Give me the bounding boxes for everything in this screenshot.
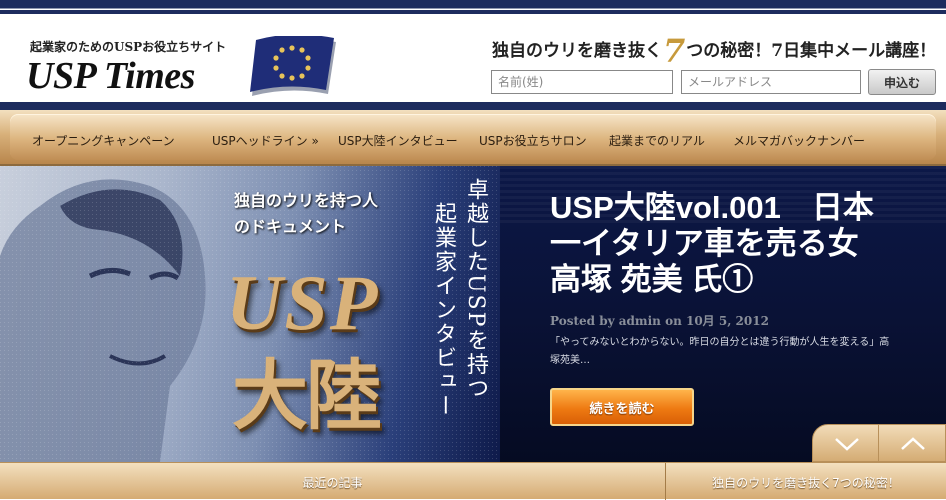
doc-label-line-2: のドキュメント [234, 217, 347, 236]
nav-item-usp-salon[interactable]: USPお役立ちサロン [479, 132, 587, 149]
slider-up-button[interactable] [878, 424, 946, 462]
main-nav: オープニングキャンペーン USPヘッドライン » USP大陸インタビュー USP… [0, 110, 946, 166]
promo-headline: 独自のウリを磨き抜く7つの秘密！7日集中メール講座！ [492, 32, 936, 70]
bottom-bar: 最近の記事 独自のウリを磨き抜く7つの秘密！ [0, 462, 946, 500]
nav-item-newsletter-backnumber[interactable]: メルマガバックナンバー [733, 132, 865, 149]
flag-logo-icon [250, 36, 336, 96]
nav-item-usp-interview[interactable]: USP大陸インタビュー [338, 132, 458, 149]
top-stripe [0, 0, 946, 14]
vertical-heading-1: 卓越したUSPを持つ [463, 178, 488, 401]
slider-down-button[interactable] [812, 424, 880, 462]
post-meta: Posted by admin on 10月 5, 2012 [550, 314, 769, 328]
promo-text-after: つの秘密！7日集中メール講座！ [686, 41, 937, 61]
hero-slider: 独自のウリを持つ人 のドキュメント USP 大陸 卓越したUSPを持つ 起業家イ… [0, 166, 946, 462]
header-rule [0, 102, 946, 110]
site-tagline: 起業家のためのUSPお役立ちサイト [30, 40, 227, 54]
read-more-button[interactable]: 続きを読む [550, 388, 694, 426]
promo-number: 7 [663, 32, 686, 70]
doc-label-line-1: 独自のウリを持つ人 [234, 191, 379, 210]
post-excerpt: 「やってみないとわからない。昨日の自分とは違う行動が人生を変える」高塚苑美… [550, 337, 890, 366]
hero-image[interactable]: 独自のウリを持つ人 のドキュメント USP 大陸 卓越したUSPを持つ 起業家イ… [0, 166, 500, 462]
site-logo[interactable]: USP Times [26, 54, 195, 98]
nav-item-usp-headline[interactable]: USPヘッドライン » [212, 132, 319, 149]
nav-item-real-startup[interactable]: 起業までのリアル [609, 132, 705, 149]
subscribe-button[interactable]: 申込む [868, 69, 936, 95]
post-title[interactable]: USP大陸vol.001 日本一イタリア車を売る女 高塚 苑美 氏① [550, 190, 900, 298]
chevron-up-icon [901, 437, 925, 450]
nav-item-opening-campaign[interactable]: オープニングキャンペーン [32, 132, 175, 149]
doc-label: 独自のウリを持つ人 のドキュメント [234, 188, 434, 240]
promo-text-before: 独自のウリを磨き抜く [492, 41, 662, 61]
tairiku-title: 大陸 [232, 351, 382, 440]
email-input[interactable] [681, 70, 861, 94]
name-input[interactable] [491, 70, 673, 94]
chevron-down-icon [835, 438, 859, 451]
seven-secrets-label: 独自のウリを磨き抜く7つの秘密！ [712, 476, 900, 490]
vertical-heading-2: 起業家インタビュー [431, 202, 456, 418]
recent-posts-label: 最近の記事 [302, 476, 363, 490]
recent-posts-tab[interactable]: 最近の記事 [0, 463, 666, 500]
seven-secrets-tab[interactable]: 独自のウリを磨き抜く7つの秘密！ [666, 463, 946, 500]
site-header: 起業家のためのUSPお役立ちサイト USP Times 独自のウリを磨き抜く7つ… [0, 14, 946, 108]
